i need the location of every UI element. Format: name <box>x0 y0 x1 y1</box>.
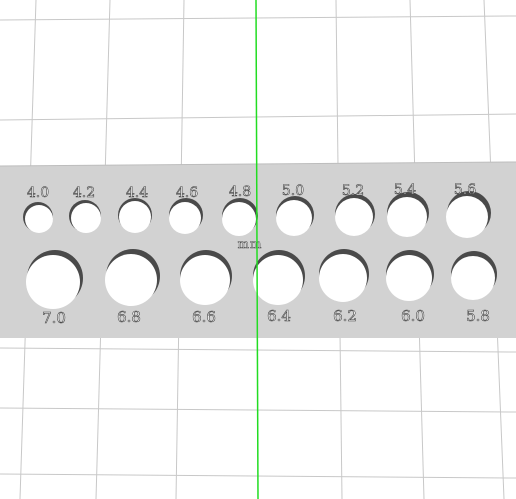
label-bottom: 6.2 <box>333 307 357 325</box>
label-bottom: 5.8 <box>466 307 490 325</box>
3d-viewport[interactable]: 4.0 4.2 4.4 4.6 4.8 5.0 5.2 5.4 5.6 mm 7… <box>0 0 516 499</box>
label-top: 5.2 <box>342 183 364 199</box>
label-top: 4.8 <box>229 184 251 200</box>
label-top: 5.4 <box>394 182 416 198</box>
label-top: 4.6 <box>176 185 198 201</box>
label-top: 5.6 <box>454 182 476 198</box>
label-top: 4.0 <box>27 185 49 201</box>
hole-edge <box>387 197 427 237</box>
hole-edge <box>276 200 312 236</box>
hole-edge <box>105 254 157 306</box>
hole-edge <box>25 205 53 233</box>
hole-edge <box>71 203 101 233</box>
hole-edge <box>26 255 80 309</box>
hole-edge <box>319 254 367 302</box>
label-bottom: 6.8 <box>117 308 141 326</box>
hole-edge <box>169 202 201 234</box>
label-top: 4.4 <box>126 185 148 201</box>
label-top: 5.0 <box>282 183 304 199</box>
label-bottom: 6.6 <box>192 308 216 326</box>
hole-edge <box>335 198 373 236</box>
label-bottom: 7.0 <box>42 309 66 327</box>
hole-edge <box>253 255 303 305</box>
hole-edge <box>222 202 256 236</box>
hole-edge <box>180 255 230 305</box>
hole-edge <box>451 256 495 300</box>
hole-edge <box>119 201 151 233</box>
label-bottom: 6.4 <box>267 307 291 325</box>
label-top: 4.2 <box>73 185 95 201</box>
unit-label: mm <box>238 237 263 251</box>
hole-edge <box>386 255 432 301</box>
label-bottom: 6.0 <box>401 307 425 325</box>
hole-edge <box>446 196 488 238</box>
drill-gauge-plate[interactable]: 4.0 4.2 4.4 4.6 4.8 5.0 5.2 5.4 5.6 mm 7… <box>0 161 516 338</box>
